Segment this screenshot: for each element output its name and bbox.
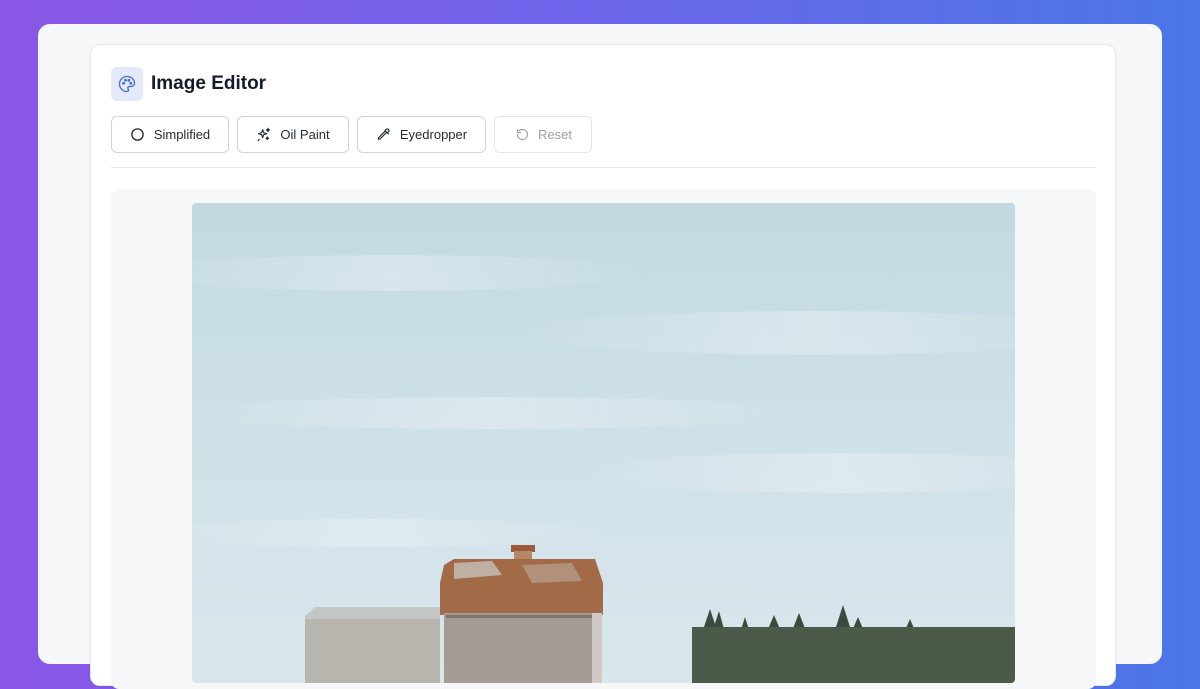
oil-paint-label: Oil Paint <box>280 127 330 142</box>
oil-paint-button[interactable]: Oil Paint <box>237 116 349 153</box>
image-canvas[interactable] <box>192 203 1015 683</box>
reset-icon <box>514 127 530 143</box>
toolbar: Simplified Oil Paint Eyedropper Reset <box>111 116 592 153</box>
reset-label: Reset <box>538 127 572 142</box>
toolbar-divider <box>111 167 1096 168</box>
simplified-label: Simplified <box>153 127 211 142</box>
simplified-button[interactable]: Simplified <box>111 116 229 153</box>
editor-card: Image Editor Simplified Oil Paint Eyedro… <box>90 44 1116 689</box>
barn-wall <box>444 613 602 683</box>
editor-header: Image Editor <box>111 65 266 103</box>
shed <box>305 607 440 683</box>
sparkles-icon <box>256 127 272 143</box>
page-title: Image Editor <box>151 73 267 94</box>
shed-wall <box>305 619 440 683</box>
barn <box>440 545 603 683</box>
eyedropper-icon <box>376 127 392 143</box>
cupola-roof <box>511 545 535 552</box>
shed-roof <box>305 607 440 619</box>
eyedropper-button[interactable]: Eyedropper <box>357 116 486 153</box>
circle-icon <box>130 127 146 143</box>
palette-icon <box>111 67 143 101</box>
app-window: Image Editor Simplified Oil Paint Eyedro… <box>38 24 1162 689</box>
canvas-area <box>111 189 1096 689</box>
eyedropper-label: Eyedropper <box>399 127 468 142</box>
barn-door <box>592 613 602 683</box>
reset-button[interactable]: Reset <box>494 116 592 153</box>
